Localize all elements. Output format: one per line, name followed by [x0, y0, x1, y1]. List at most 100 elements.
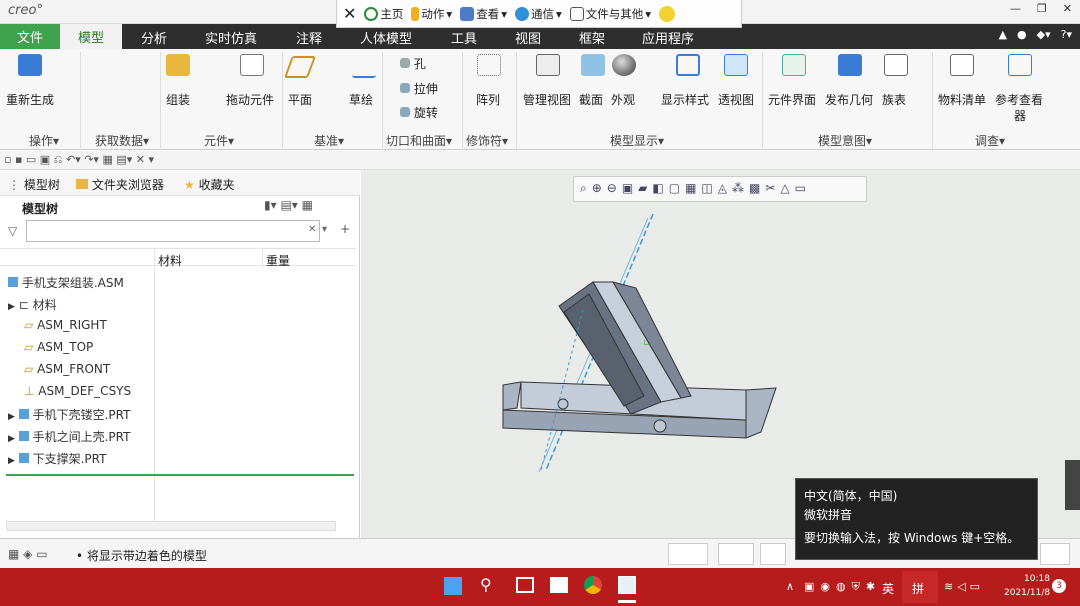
widgets-icon[interactable] [550, 577, 568, 593]
column-weight[interactable]: 重量 [266, 252, 290, 269]
group-modifiers[interactable]: 修饰符▾ [466, 132, 508, 149]
tray-icons[interactable]: ▣◉◍⛨✱ [804, 580, 881, 594]
settings-icon[interactable]: ◆▾ [1037, 28, 1051, 41]
group-cut-surface[interactable]: 切口和曲面▾ [386, 132, 452, 149]
tree-item-asm-def-csys[interactable]: ⊥ ASM_DEF_CSYS [24, 384, 131, 398]
group-model-intent[interactable]: 模型意图▾ [818, 132, 872, 149]
regenerate-button[interactable]: 重新生成 [6, 91, 54, 108]
tab-human-model[interactable]: 人体模型 [360, 28, 412, 47]
chrome-icon[interactable] [584, 576, 602, 594]
tab-apps[interactable]: 应用程序 [642, 28, 694, 47]
group-get-data[interactable]: 获取数据▾ [95, 132, 149, 149]
tab-annotate[interactable]: 注释 [296, 28, 322, 47]
column-material[interactable]: 材料 [158, 252, 182, 269]
collapse-icon[interactable]: ▲ [999, 28, 1007, 41]
tab-frame[interactable]: 框架 [579, 28, 605, 47]
help-icon[interactable]: ?▾ [1061, 28, 1072, 41]
drag-component-button[interactable]: 拖动元件 [226, 91, 274, 108]
tree-item-asm-front[interactable]: ▱ ASM_FRONT [24, 362, 110, 376]
windows-start-icon[interactable] [444, 577, 462, 595]
group-operations[interactable]: 操作▾ [29, 132, 59, 149]
assemble-button[interactable]: 组装 [166, 91, 190, 108]
section-button[interactable]: 截面 [579, 91, 603, 108]
tab-model[interactable]: 模型 [60, 24, 122, 49]
tab-file[interactable]: 文件 [0, 24, 60, 49]
clock-date[interactable]: 2021/11/8 [1004, 588, 1050, 598]
quick-toolbar-icons[interactable]: ▫ ▪ ▭ ▣ ⎌ ↶▾ ↷▾ ▦ ▤▾ ✕ ▾ [4, 153, 154, 167]
tab-folder-browser[interactable]: 文件夹浏览器 [76, 176, 164, 193]
creo-app-icon[interactable] [618, 576, 636, 594]
sketch-button[interactable]: 草绘 [349, 91, 373, 108]
hole-button[interactable]: 孔 [400, 55, 426, 72]
tray-chevron-icon[interactable]: ∧ [786, 580, 794, 593]
add-icon[interactable]: + [340, 222, 350, 236]
tree-item-asm-right[interactable]: ▱ ASM_RIGHT [24, 318, 107, 332]
reference-viewer-button[interactable]: 参考查看 [995, 91, 1043, 108]
plane-button[interactable]: 平面 [288, 91, 312, 108]
tab-view[interactable]: 视图 [515, 28, 541, 47]
task-view-icon[interactable] [516, 577, 534, 593]
tab-favorites[interactable]: ★ 收藏夹 [184, 176, 235, 193]
tree-item-part-1[interactable]: ▶ 手机下壳镂空.PRT [8, 406, 130, 423]
horizontal-scrollbar[interactable] [6, 521, 336, 531]
component-interface-button[interactable]: 元件界面 [768, 91, 816, 108]
action-button[interactable]: 动作 ▾ [411, 6, 452, 22]
network-volume-battery-icons[interactable]: ≋◁▭ [944, 580, 984, 593]
notification-badge[interactable]: 3 [1052, 579, 1066, 593]
menu-right-icons[interactable]: ▲ ● ◆▾ ?▾ [999, 28, 1072, 41]
manage-views-button[interactable]: 管理视图 [523, 91, 571, 108]
bom-button[interactable]: 物料清单 [938, 91, 986, 108]
tree-settings-icons[interactable]: ▮▾ ▤▾ ▦ [264, 198, 313, 212]
tab-analysis[interactable]: 分析 [141, 28, 167, 47]
files-other-button[interactable]: 文件与其他 ▾ [569, 6, 651, 22]
insert-indicator[interactable] [6, 474, 354, 476]
restore-icon[interactable]: ❐ [1037, 2, 1047, 15]
close-icon[interactable]: ✕ [1063, 2, 1072, 15]
tree-item-assembly[interactable]: 手机支架组装.ASM [8, 274, 124, 291]
clear-search-icon[interactable]: ✕ [308, 224, 316, 235]
group-datum[interactable]: 基准▾ [314, 132, 344, 149]
search-icon[interactable]: ● [1017, 28, 1027, 41]
view-button[interactable]: 查看 ▾ [460, 6, 507, 22]
tab-tools[interactable]: 工具 [451, 28, 477, 47]
pattern-button[interactable]: 阵列 [476, 91, 500, 108]
group-component[interactable]: 元件▾ [204, 132, 234, 149]
comm-button[interactable]: 通信 ▾ [514, 6, 562, 22]
minimize-icon[interactable]: — [1010, 2, 1021, 15]
display-style-button[interactable]: 显示样式 [661, 91, 709, 108]
smart-select-icon[interactable] [668, 543, 708, 565]
family-table-button[interactable]: 族表 [882, 91, 906, 108]
window-controls[interactable]: — ❐ ✕ [1010, 2, 1072, 15]
appearance-button[interactable]: 外观 [611, 91, 635, 108]
expand-icon[interactable]: ▶ [8, 302, 15, 312]
tree-item-material[interactable]: ▶ ⊏ 材料 [8, 296, 57, 313]
filter-dropdown[interactable] [1040, 543, 1070, 565]
search-input[interactable] [26, 220, 320, 242]
perspective-button[interactable]: 透视图 [718, 91, 754, 108]
close-icon[interactable]: ✕ [343, 4, 356, 23]
expand-icon[interactable]: ▶ [8, 434, 15, 444]
tab-model-tree[interactable]: ⋮ 模型树 [8, 176, 60, 193]
search-icon[interactable]: ⚲ [480, 575, 492, 594]
tab-simulation[interactable]: 实时仿真 [205, 28, 257, 47]
extrude-button[interactable]: 拉伸 [400, 80, 438, 97]
ime-mode-indicator[interactable]: 拼 [912, 580, 924, 597]
group-model-display[interactable]: 模型显示▾ [610, 132, 664, 149]
tree-item-part-3[interactable]: ▶ 下支撑架.PRT [8, 450, 106, 467]
expand-icon[interactable]: ▶ [8, 456, 15, 466]
selection-filter-icon[interactable] [760, 543, 786, 565]
expand-icon[interactable]: ▶ [8, 412, 15, 422]
publish-geometry-button[interactable]: 发布几何 [825, 91, 873, 108]
tree-item-asm-top[interactable]: ▱ ASM_TOP [24, 340, 93, 354]
input-lang-indicator[interactable]: 英 [882, 580, 894, 597]
clock-time[interactable]: 10:18 [1024, 574, 1050, 584]
smiley-icon[interactable] [659, 5, 676, 22]
dropdown-icon[interactable]: ▾ [322, 224, 327, 235]
filter-icon[interactable]: ▽ [8, 224, 17, 238]
status-icons[interactable]: ▦ ◈ ▭ [8, 547, 48, 561]
home-button[interactable]: 主页 [364, 6, 403, 22]
revolve-button[interactable]: 旋转 [400, 104, 438, 121]
group-investigate[interactable]: 调查▾ [975, 132, 1005, 149]
find-icon[interactable] [718, 543, 754, 565]
tree-item-part-2[interactable]: ▶ 手机之间上壳.PRT [8, 428, 130, 445]
